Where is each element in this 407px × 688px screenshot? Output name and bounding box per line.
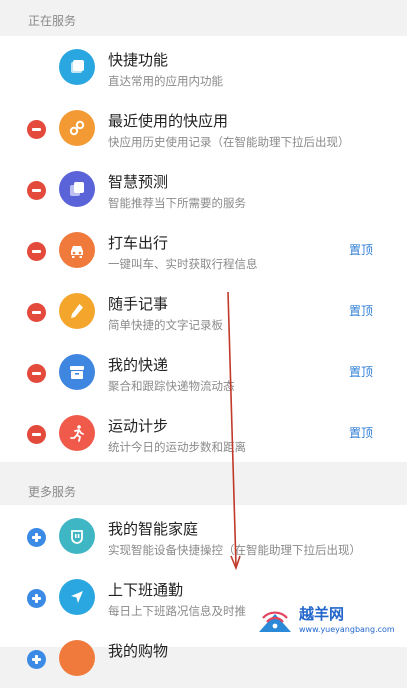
service-title: 智慧预测 xyxy=(108,173,169,191)
add-button[interactable] xyxy=(27,528,46,547)
watermark-logo-icon xyxy=(259,611,291,632)
service-subtitle: 快应用历史使用记录（在智能助理下拉后出现） xyxy=(108,135,350,149)
remove-button[interactable] xyxy=(27,242,46,261)
service-row-recent-quick-apps[interactable]: 最近使用的快应用 快应用历史使用记录（在智能助理下拉后出现） xyxy=(0,97,407,158)
remove-button[interactable] xyxy=(27,181,46,200)
link-icon xyxy=(59,110,95,146)
service-subtitle: 直达常用的应用内功能 xyxy=(108,74,223,88)
runner-icon xyxy=(59,415,95,451)
service-title: 随手记事 xyxy=(108,295,169,313)
service-subtitle: 统计今日的运动步数和距离 xyxy=(108,440,246,454)
service-row-taxi[interactable]: 打车出行 一键叫车、实时获取行程信息 置顶 xyxy=(0,219,407,280)
navigation-icon xyxy=(59,579,95,615)
service-subtitle: 每日上下班路况信息及时推 xyxy=(108,604,246,618)
watermark-url: www.yueyangbang.com xyxy=(299,625,395,634)
cards-icon xyxy=(59,171,95,207)
remove-button[interactable] xyxy=(27,425,46,444)
layers-icon xyxy=(59,49,95,85)
service-row-express[interactable]: 我的快递 聚合和跟踪快递物流动态 置顶 xyxy=(0,341,407,402)
section-header-active: 正在服务 xyxy=(28,14,77,28)
box-icon xyxy=(59,354,95,390)
service-subtitle: 智能推荐当下所需要的服务 xyxy=(108,196,246,210)
watermark-text: 越羊网 xyxy=(299,605,345,623)
cart-icon xyxy=(59,640,95,676)
watermark: 越羊网 www.yueyangbang.com xyxy=(253,599,403,645)
service-row-notes[interactable]: 随手记事 简单快捷的文字记录板 置顶 xyxy=(0,280,407,341)
pin-to-top-button[interactable]: 置顶 xyxy=(349,302,373,319)
pen-icon xyxy=(59,293,95,329)
service-title: 最近使用的快应用 xyxy=(108,112,229,130)
service-title: 我的快递 xyxy=(108,356,169,374)
service-subtitle: 聚合和跟踪快递物流动态 xyxy=(108,379,235,393)
service-title: 上下班通勤 xyxy=(108,581,184,599)
service-row-smart-prediction[interactable]: 智慧预测 智能推荐当下所需要的服务 xyxy=(0,158,407,219)
remove-button[interactable] xyxy=(27,364,46,383)
pin-to-top-button[interactable]: 置顶 xyxy=(349,424,373,441)
car-icon xyxy=(59,232,95,268)
active-services-list: 快捷功能 直达常用的应用内功能 最近使用的快应用 快应用历史使用记录（在智能助理… xyxy=(0,36,407,462)
service-title: 运动计步 xyxy=(108,417,169,435)
pin-to-top-button[interactable]: 置顶 xyxy=(349,363,373,380)
service-subtitle: 一键叫车、实时获取行程信息 xyxy=(108,257,258,271)
service-row-smart-home[interactable]: 我的智能家庭 实现智能设备快捷操控（在智能助理下拉后出现） xyxy=(0,505,407,566)
service-row-shortcuts[interactable]: 快捷功能 直达常用的应用内功能 xyxy=(0,36,407,97)
service-title: 快捷功能 xyxy=(108,51,169,69)
service-subtitle: 简单快捷的文字记录板 xyxy=(108,318,223,332)
service-row-step-counter[interactable]: 运动计步 统计今日的运动步数和距离 置顶 xyxy=(0,402,407,463)
home-device-icon xyxy=(59,518,95,554)
section-header-more: 更多服务 xyxy=(28,485,77,499)
service-subtitle: 实现智能设备快捷操控（在智能助理下拉后出现） xyxy=(108,543,361,557)
service-title: 我的智能家庭 xyxy=(108,520,199,538)
service-title: 打车出行 xyxy=(108,234,169,252)
add-button[interactable] xyxy=(27,589,46,608)
add-button[interactable] xyxy=(27,650,46,669)
remove-button[interactable] xyxy=(27,120,46,139)
remove-button[interactable] xyxy=(27,303,46,322)
pin-to-top-button[interactable]: 置顶 xyxy=(349,241,373,258)
service-title: 我的购物 xyxy=(108,642,169,660)
